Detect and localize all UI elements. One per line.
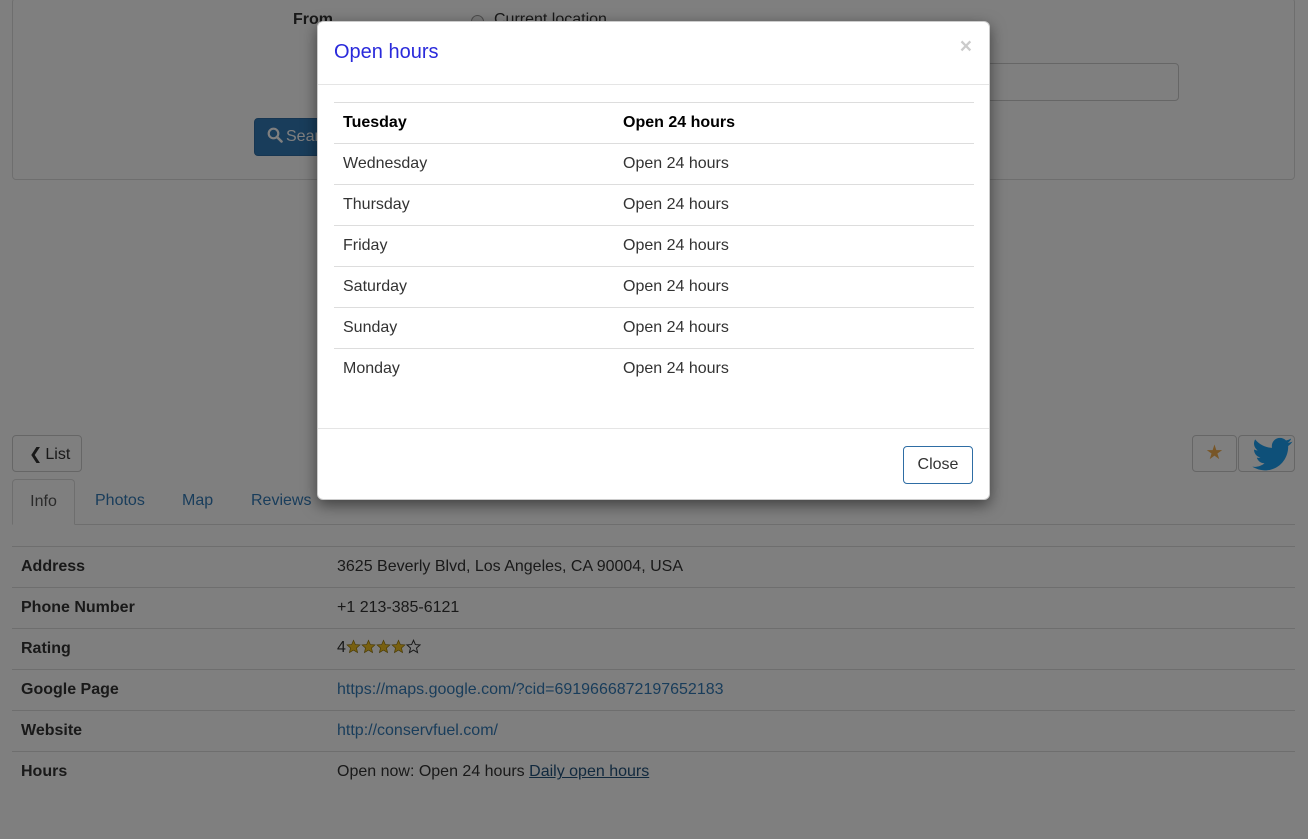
open-hours-table: Tuesday Open 24 hours Wednesday Open 24 … bbox=[334, 102, 974, 390]
table-row: Wednesday Open 24 hours bbox=[334, 143, 974, 185]
modal-footer: Close bbox=[318, 428, 989, 499]
day-name: Sunday bbox=[334, 307, 614, 349]
day-name: Thursday bbox=[334, 184, 614, 226]
table-row: Saturday Open 24 hours bbox=[334, 266, 974, 308]
day-name: Tuesday bbox=[334, 102, 614, 144]
day-hours: Open 24 hours bbox=[614, 348, 974, 390]
table-row: Friday Open 24 hours bbox=[334, 225, 974, 267]
place-details-page: From Current location Search ❮List ★ Inf… bbox=[0, 0, 1308, 839]
day-hours: Open 24 hours bbox=[614, 225, 974, 267]
table-row: Monday Open 24 hours bbox=[334, 348, 974, 390]
day-hours: Open 24 hours bbox=[614, 102, 974, 144]
table-row: Sunday Open 24 hours bbox=[334, 307, 974, 349]
table-row: Tuesday Open 24 hours bbox=[334, 102, 974, 144]
day-name: Monday bbox=[334, 348, 614, 390]
day-hours: Open 24 hours bbox=[614, 184, 974, 226]
day-hours: Open 24 hours bbox=[614, 307, 974, 349]
table-row: Thursday Open 24 hours bbox=[334, 184, 974, 226]
day-hours: Open 24 hours bbox=[614, 143, 974, 185]
day-name: Friday bbox=[334, 225, 614, 267]
day-name: Wednesday bbox=[334, 143, 614, 185]
modal-title: Open hours bbox=[334, 41, 439, 63]
open-hours-modal: Open hours × Tuesday Open 24 hours Wedne… bbox=[317, 21, 990, 500]
close-icon[interactable]: × bbox=[960, 36, 972, 57]
day-hours: Open 24 hours bbox=[614, 266, 974, 308]
modal-header: Open hours × bbox=[318, 22, 989, 85]
close-button[interactable]: Close bbox=[903, 446, 973, 484]
day-name: Saturday bbox=[334, 266, 614, 308]
